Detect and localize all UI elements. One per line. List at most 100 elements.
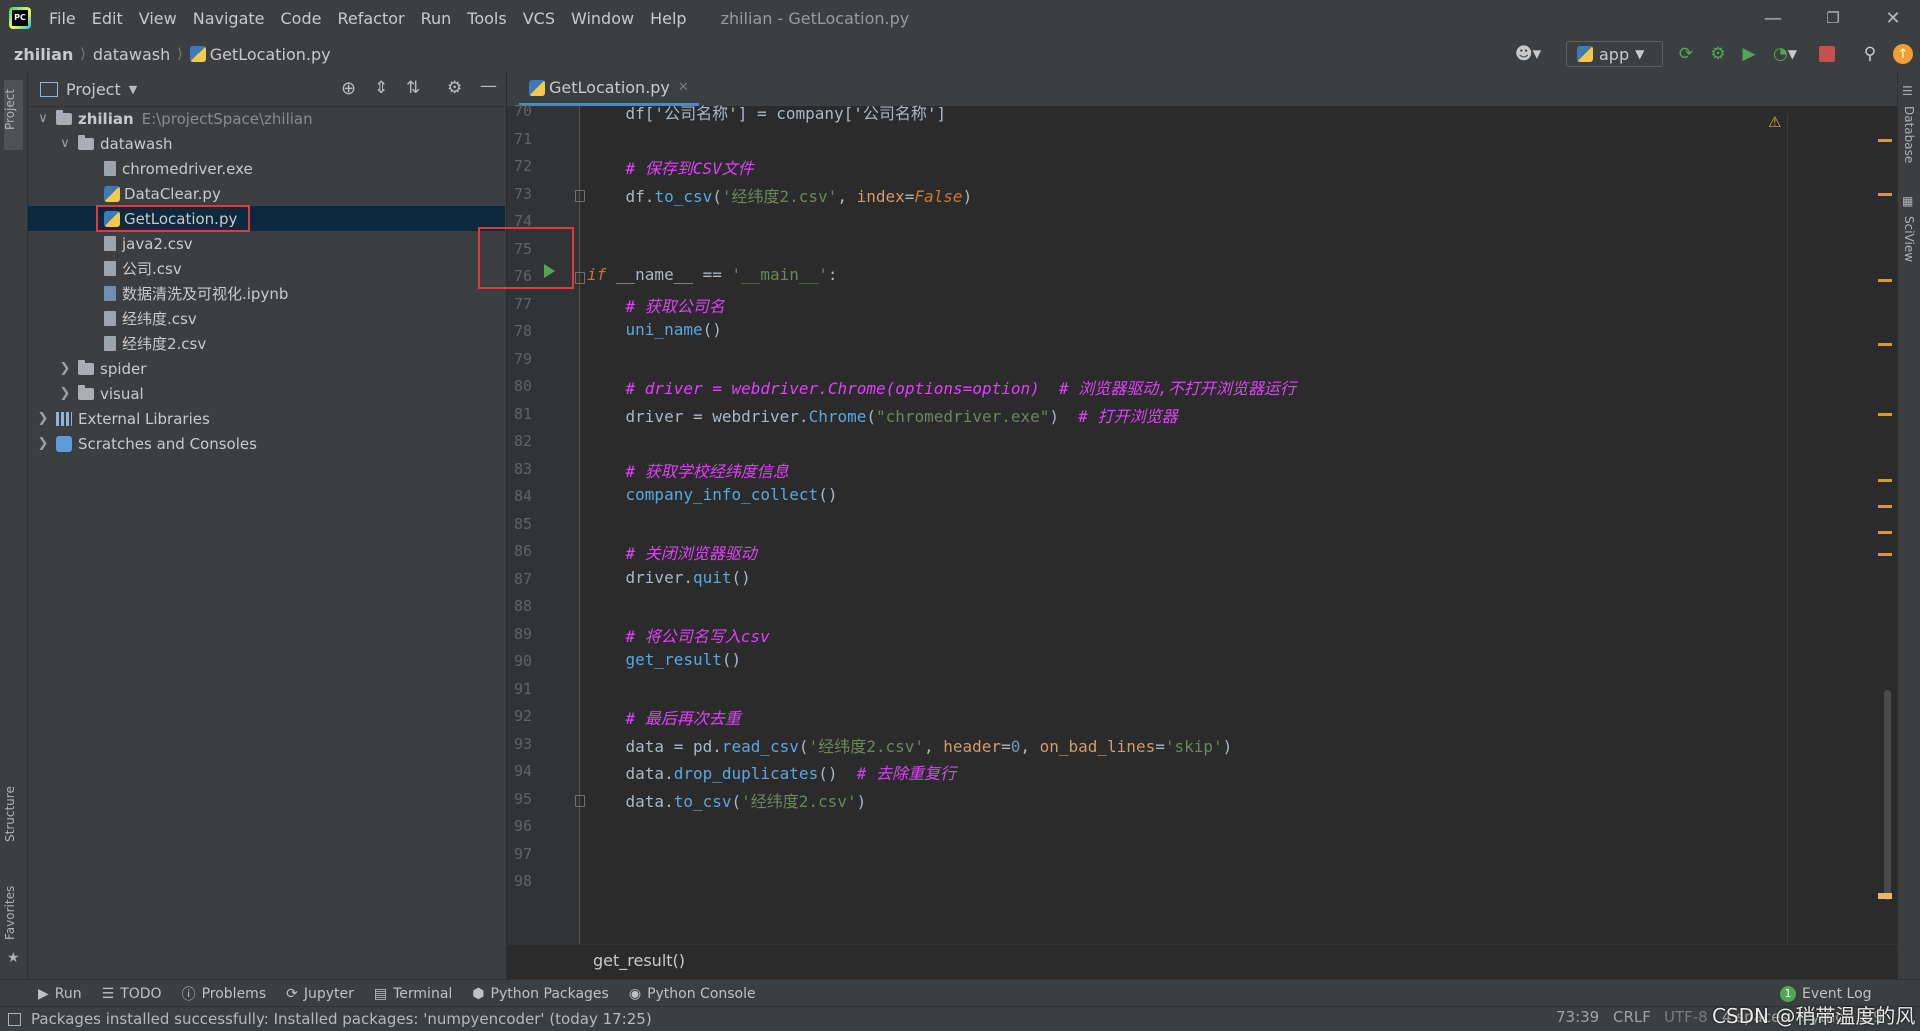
python-packages-tool-button[interactable]: ⬢ Python Packages xyxy=(472,986,609,1002)
restore-icon[interactable]: ❐ xyxy=(1806,0,1860,36)
error-stripe-marker[interactable] xyxy=(1878,139,1892,142)
chevron-down-icon[interactable]: ∨ xyxy=(58,136,72,151)
menu-file[interactable]: File xyxy=(41,9,84,28)
menu-navigate[interactable]: Navigate xyxy=(185,9,273,28)
tree-item-notebook[interactable]: 数据清洗及可视化.ipynb xyxy=(104,281,288,306)
user-icon[interactable]: ☻▾ xyxy=(1510,44,1546,64)
tree-item-scratches[interactable]: ❯ Scratches and Consoles xyxy=(36,431,257,456)
run-tool-button[interactable]: ▶ Run xyxy=(38,986,82,1002)
menu-code[interactable]: Code xyxy=(273,9,330,28)
menu-run[interactable]: Run xyxy=(413,9,460,28)
collapse-all-icon[interactable]: ⇅ xyxy=(406,78,420,98)
fold-marker-icon[interactable] xyxy=(575,794,585,807)
error-stripe-marker[interactable] xyxy=(1878,553,1892,556)
caret-position[interactable]: 73:39 xyxy=(1556,1008,1599,1026)
search-icon[interactable]: ⚲ xyxy=(1859,44,1881,64)
minimize-icon[interactable]: — xyxy=(1746,0,1800,36)
tree-item-java2[interactable]: java2.csv xyxy=(104,231,193,256)
code-line[interactable]: df.to_csv('经纬度2.csv', index=False) xyxy=(587,183,973,207)
todo-tool-button[interactable]: ☰ TODO xyxy=(102,986,162,1002)
tree-item-latlng-csv[interactable]: 经纬度.csv xyxy=(104,306,197,331)
tree-item-getlocation[interactable]: GetLocation.py xyxy=(104,206,237,231)
error-stripe-marker[interactable] xyxy=(1878,413,1892,416)
tree-item-datawash[interactable]: ∨ datawash xyxy=(58,131,173,156)
code-line[interactable]: # 获取公司名 xyxy=(587,293,725,317)
vertical-scrollbar-thumb[interactable] xyxy=(1884,690,1891,900)
fold-marker-icon[interactable] xyxy=(575,272,585,284)
code-line[interactable]: # 最后再次去重 xyxy=(587,705,741,729)
code-line[interactable]: df['公司名称'] = company['公司名称'] xyxy=(587,100,947,124)
menu-window[interactable]: Window xyxy=(563,9,642,28)
update-icon[interactable]: ↑ xyxy=(1893,44,1913,64)
breadcrumb-file[interactable]: GetLocation.py xyxy=(210,45,331,64)
code-line[interactable]: uni_name() xyxy=(587,320,722,339)
menu-tools[interactable]: Tools xyxy=(459,9,514,28)
code-line[interactable]: get_result() xyxy=(587,650,742,669)
tree-item-latlng2-csv[interactable]: 经纬度2.csv xyxy=(104,331,206,356)
error-stripe-marker[interactable] xyxy=(1878,531,1892,534)
fold-marker-icon[interactable] xyxy=(575,189,585,202)
favorites-tool-label[interactable]: Favorites xyxy=(3,886,17,940)
error-stripe-marker[interactable] xyxy=(1878,505,1892,508)
code-line[interactable]: if __name__ == '__main__': xyxy=(587,265,837,284)
chevron-right-icon[interactable]: ❯ xyxy=(36,436,50,451)
status-message[interactable]: Packages installed successfully: Install… xyxy=(31,1010,652,1028)
tree-item-dataclear[interactable]: DataClear.py xyxy=(104,181,221,206)
code-line[interactable]: data.drop_duplicates() # 去除重复行 xyxy=(587,760,956,784)
project-tool-label[interactable]: Project xyxy=(3,89,17,130)
code-line[interactable]: # 关闭浏览器驱动 xyxy=(587,540,757,564)
menu-edit[interactable]: Edit xyxy=(84,9,131,28)
expand-all-icon[interactable]: ⇕ xyxy=(374,78,388,98)
locate-icon[interactable]: ⊕ xyxy=(341,78,356,99)
project-view-title[interactable]: Project xyxy=(66,80,121,99)
chevron-right-icon[interactable]: ❯ xyxy=(58,361,72,376)
error-stripe-marker[interactable] xyxy=(1878,343,1892,346)
tree-item-external-libraries[interactable]: ❯ External Libraries xyxy=(36,406,210,431)
tree-item-spider[interactable]: ❯ spider xyxy=(58,356,146,381)
run-gutter-icon[interactable] xyxy=(544,264,555,278)
tree-item-chromedriver[interactable]: chromedriver.exe xyxy=(104,156,253,181)
problems-tool-button[interactable]: ⓘ Problems xyxy=(182,984,267,1004)
coverage-icon[interactable]: ▶ xyxy=(1738,44,1760,64)
sciview-tool-label[interactable]: SciView xyxy=(1902,216,1916,262)
terminal-tool-button[interactable]: ▤ Terminal xyxy=(374,986,452,1002)
error-stripe-marker[interactable] xyxy=(1878,479,1892,482)
error-stripe-marker[interactable] xyxy=(1878,893,1892,899)
code-line[interactable]: data = pd.read_csv('经纬度2.csv', header=0,… xyxy=(587,733,1233,757)
menu-help[interactable]: Help xyxy=(642,9,694,28)
code-line[interactable]: # 保存到CSV文件 xyxy=(587,155,754,179)
chevron-down-icon[interactable]: ∨ xyxy=(36,111,50,126)
tree-item-zhilian[interactable]: ∨ zhilian E:\projectSpace\zhilian xyxy=(36,106,313,131)
line-separator[interactable]: CRLF xyxy=(1613,1008,1651,1026)
code-line[interactable]: driver.quit() xyxy=(587,568,751,587)
hide-panel-icon[interactable]: — xyxy=(480,76,497,96)
breadcrumb-folder[interactable]: datawash xyxy=(93,45,170,64)
close-icon[interactable]: ✕ xyxy=(1866,0,1920,36)
chevron-right-icon[interactable]: ❯ xyxy=(58,386,72,401)
toggle-tool-windows-icon[interactable] xyxy=(8,1012,21,1026)
code-line[interactable]: # 获取学校经纬度信息 xyxy=(587,458,789,482)
code-line[interactable]: driver = webdriver.Chrome("chromedriver.… xyxy=(587,403,1178,427)
database-tool-label[interactable]: Database xyxy=(1902,106,1916,163)
code-line[interactable]: # 将公司名写入csv xyxy=(587,623,770,647)
gear-icon[interactable]: ⚙ xyxy=(447,78,462,98)
close-tab-icon[interactable]: ✕ xyxy=(678,80,689,95)
menu-refactor[interactable]: Refactor xyxy=(329,9,412,28)
error-stripe-marker[interactable] xyxy=(1878,193,1892,196)
stop-icon[interactable] xyxy=(1819,46,1835,62)
structure-tool-label[interactable]: Structure xyxy=(3,786,17,842)
tree-item-company-csv[interactable]: 公司.csv xyxy=(104,256,182,281)
chevron-down-icon[interactable]: ▼ xyxy=(129,83,137,96)
menu-vcs[interactable]: VCS xyxy=(515,9,563,28)
menu-view[interactable]: View xyxy=(131,9,185,28)
file-encoding[interactable]: UTF-8 xyxy=(1664,1008,1708,1026)
debug-icon[interactable]: ⚙ xyxy=(1707,44,1729,64)
error-stripe-marker[interactable] xyxy=(1878,279,1892,282)
run-config-select[interactable]: app ▼ xyxy=(1566,41,1663,67)
tree-item-visual[interactable]: ❯ visual xyxy=(58,381,144,406)
chevron-right-icon[interactable]: ❯ xyxy=(36,411,50,426)
code-line[interactable]: # driver = webdriver.Chrome(options=opti… xyxy=(587,375,1296,399)
python-console-tool-button[interactable]: ◉ Python Console xyxy=(629,986,756,1002)
code-breadcrumb[interactable]: get_result() xyxy=(593,951,685,970)
profile-icon[interactable]: ◔ ▼ xyxy=(1768,44,1802,64)
